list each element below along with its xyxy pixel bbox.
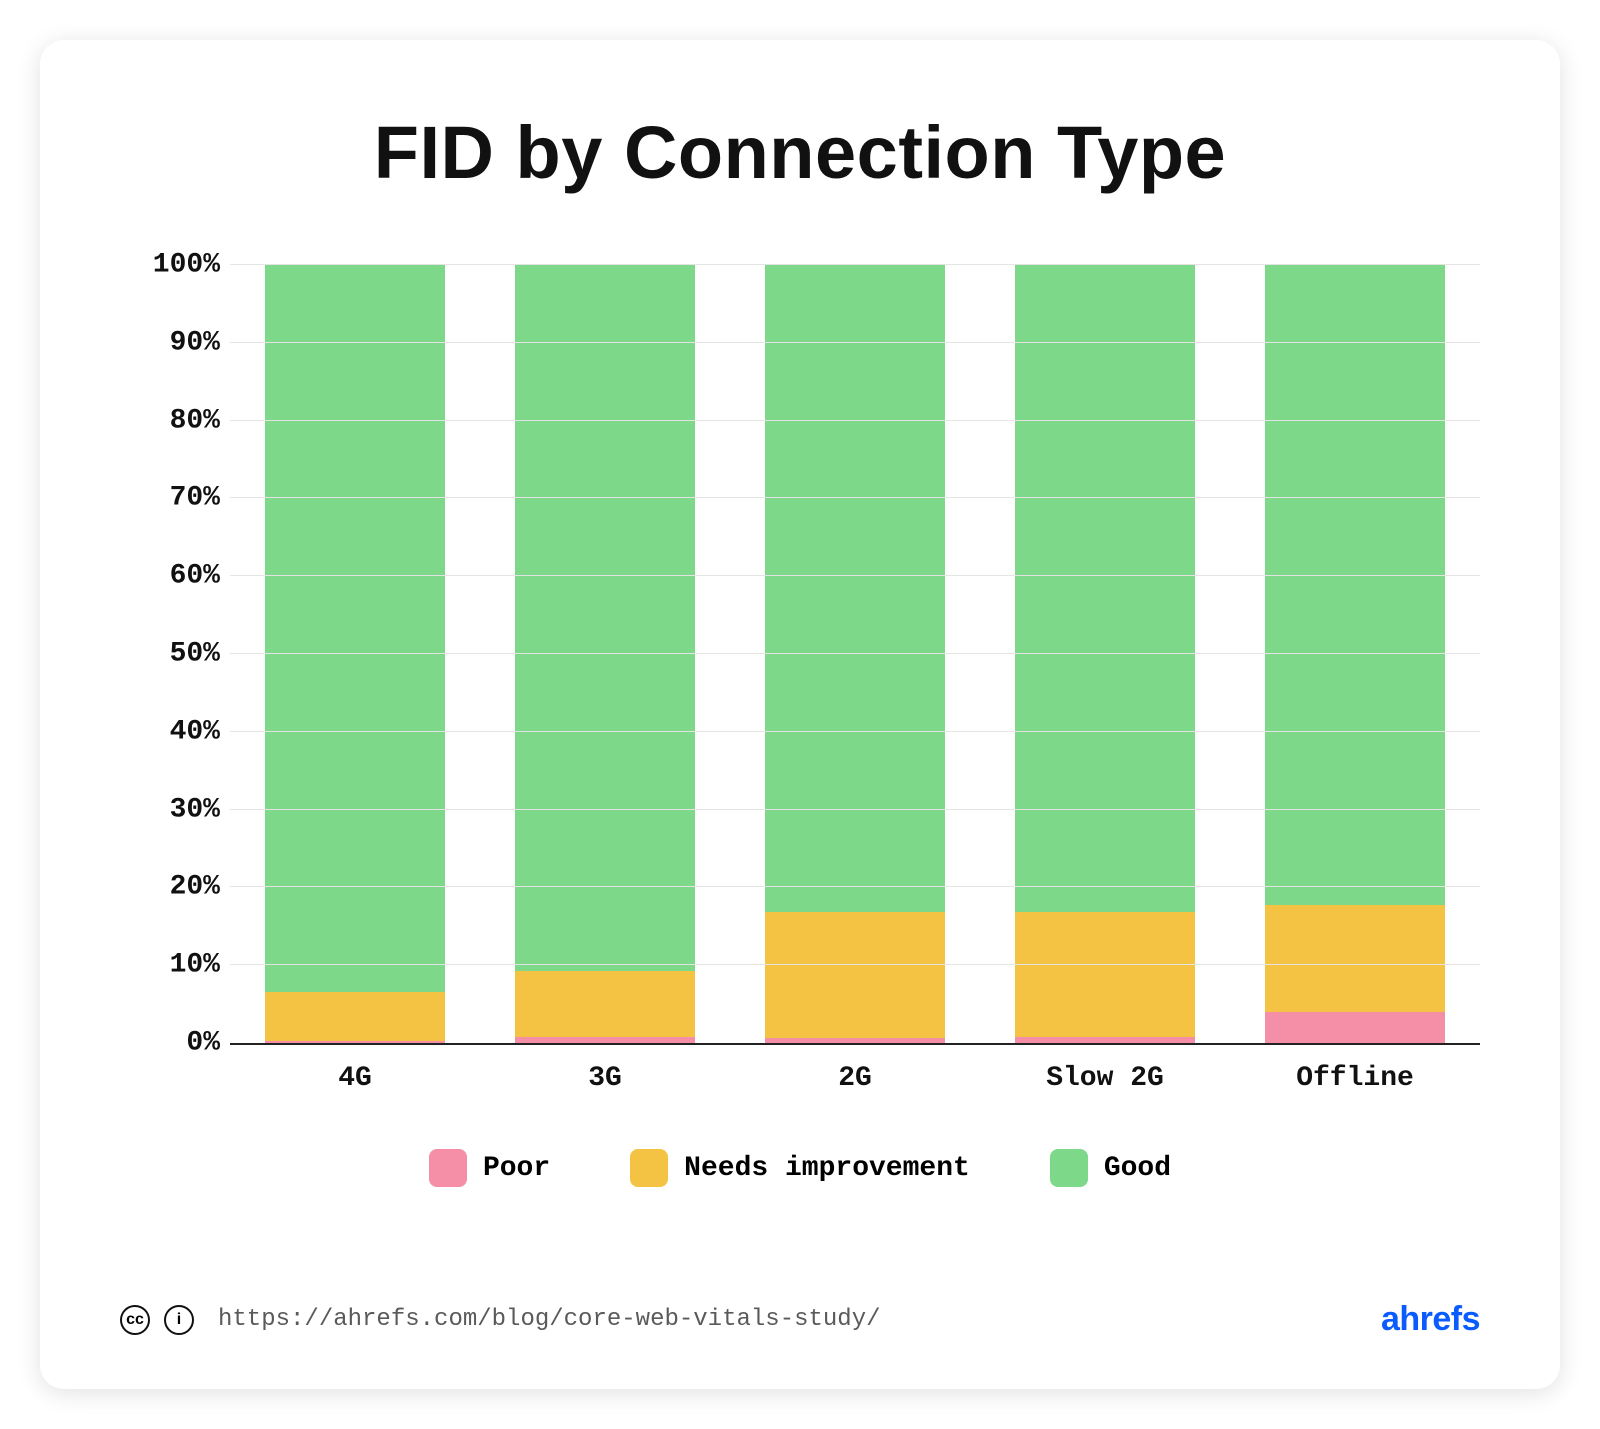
- brand-logo: ahrefs: [1381, 1300, 1480, 1339]
- gridline: [230, 886, 1480, 887]
- bar-segment-good: [765, 265, 945, 912]
- footer-left: cc i https://ahrefs.com/blog/core-web-vi…: [120, 1305, 881, 1335]
- legend-label-good: Good: [1104, 1153, 1171, 1184]
- legend: Poor Needs improvement Good: [120, 1149, 1480, 1187]
- legend-label-poor: Poor: [483, 1153, 550, 1184]
- x-tick-label: 4G: [265, 1063, 445, 1094]
- y-tick-label: 20%: [120, 872, 220, 903]
- y-tick-label: 10%: [120, 950, 220, 981]
- gridline: [230, 420, 1480, 421]
- bar-segment-poor: [765, 1038, 945, 1043]
- bar-column: [1265, 265, 1445, 1043]
- chart-title: FID by Connection Type: [120, 110, 1480, 195]
- bar-column: [765, 265, 945, 1043]
- bar-column: [265, 265, 445, 1043]
- footer: cc i https://ahrefs.com/blog/core-web-vi…: [120, 1300, 1480, 1339]
- y-tick-label: 100%: [120, 250, 220, 281]
- y-tick-label: 80%: [120, 405, 220, 436]
- gridline: [230, 575, 1480, 576]
- swatch-needs: [630, 1149, 668, 1187]
- gridline: [230, 342, 1480, 343]
- gridline: [230, 964, 1480, 965]
- chart-card: FID by Connection Type 0%10%20%30%40%50%…: [40, 40, 1560, 1389]
- cc-license-icon: cc: [120, 1305, 150, 1335]
- bar-segment-good: [515, 265, 695, 971]
- gridline: [230, 809, 1480, 810]
- x-axis-labels: 4G 3G 2G Slow 2G Offline: [230, 1063, 1480, 1094]
- y-tick-label: 0%: [120, 1028, 220, 1059]
- x-tick-label: 3G: [515, 1063, 695, 1094]
- y-tick-label: 30%: [120, 794, 220, 825]
- bar-segment-poor: [265, 1041, 445, 1043]
- y-tick-label: 40%: [120, 716, 220, 747]
- bar-column: [1015, 265, 1195, 1043]
- legend-item-poor: Poor: [429, 1149, 550, 1187]
- bar-segment-needs-improvement: [1265, 905, 1445, 1012]
- legend-item-good: Good: [1050, 1149, 1171, 1187]
- y-tick-label: 50%: [120, 639, 220, 670]
- bar-segment-needs-improvement: [765, 912, 945, 1038]
- bar-segment-needs-improvement: [265, 992, 445, 1040]
- gridline: [230, 653, 1480, 654]
- gridline: [230, 497, 1480, 498]
- legend-label-needs: Needs improvement: [684, 1153, 970, 1184]
- bar-column: [515, 265, 695, 1043]
- gridline: [230, 264, 1480, 265]
- x-tick-label: 2G: [765, 1063, 945, 1094]
- y-tick-label: 70%: [120, 483, 220, 514]
- swatch-poor: [429, 1149, 467, 1187]
- y-tick-label: 90%: [120, 327, 220, 358]
- bar-segment-poor: [515, 1037, 695, 1043]
- bar-group: [230, 265, 1480, 1043]
- x-tick-label: Slow 2G: [1015, 1063, 1195, 1094]
- swatch-good: [1050, 1149, 1088, 1187]
- bar-segment-good: [265, 265, 445, 992]
- bar-segment-needs-improvement: [515, 971, 695, 1037]
- x-tick-label: Offline: [1265, 1063, 1445, 1094]
- bar-segment-poor: [1265, 1012, 1445, 1043]
- gridline: [230, 731, 1480, 732]
- chart-area: 0%10%20%30%40%50%60%70%80%90%100% 4G 3G 2G…: [120, 265, 1480, 1187]
- bar-segment-poor: [1015, 1037, 1195, 1043]
- bar-segment-good: [1015, 265, 1195, 912]
- attribution-icon: i: [164, 1305, 194, 1335]
- source-url: https://ahrefs.com/blog/core-web-vitals-…: [218, 1306, 881, 1333]
- bar-segment-needs-improvement: [1015, 912, 1195, 1036]
- y-tick-label: 60%: [120, 561, 220, 592]
- legend-item-needs: Needs improvement: [630, 1149, 970, 1187]
- plot-area: 0%10%20%30%40%50%60%70%80%90%100%: [230, 265, 1480, 1045]
